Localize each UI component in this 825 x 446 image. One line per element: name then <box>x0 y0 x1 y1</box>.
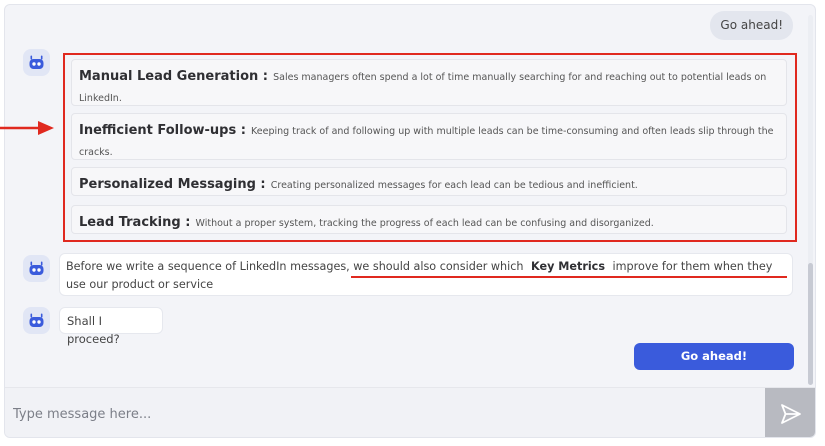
key-metrics-emphasis: Key Metrics <box>531 260 605 273</box>
lead-item-title: Manual Lead Generation : <box>79 69 269 84</box>
lead-item-desc: Without a proper system, tracking the pr… <box>195 218 654 229</box>
bot-avatar <box>23 255 50 282</box>
bot-message-bubble: Before we write a sequence of LinkedIn m… <box>59 253 793 296</box>
lead-item-card: Lead Tracking : Without a proper system,… <box>71 205 787 234</box>
lead-item-title: Lead Tracking : <box>79 215 191 230</box>
lead-item-text: Personalized Messaging : Creating person… <box>79 173 779 194</box>
chat-scrollbar[interactable] <box>808 15 813 385</box>
chat-panel: Go ahead! Manual Lead Generation : Sales… <box>4 4 816 438</box>
bot-avatar <box>23 49 50 76</box>
bot-avatar <box>23 307 50 334</box>
robot-avatar-icon <box>29 55 44 69</box>
lead-item-text: Lead Tracking : Without a proper system,… <box>79 211 779 232</box>
lead-item-text: Manual Lead Generation : Sales managers … <box>79 65 779 107</box>
lead-item-title: Personalized Messaging : <box>79 177 266 192</box>
user-message-bubble: Go ahead! <box>710 11 793 40</box>
annotation-underline <box>351 276 787 278</box>
lead-item-card: Manual Lead Generation : Sales managers … <box>71 59 787 106</box>
robot-avatar-icon <box>29 313 44 327</box>
red-arrow-icon <box>0 121 54 135</box>
robot-avatar-icon <box>29 261 44 275</box>
lead-item-title: Inefficient Follow-ups : <box>79 123 246 138</box>
message-composer <box>5 387 815 437</box>
message-input[interactable] <box>13 396 753 432</box>
chat-scrollbar-thumb[interactable] <box>808 263 813 385</box>
lead-item-text: Inefficient Follow-ups : Keeping track o… <box>79 119 779 161</box>
bot-message-text: Before we write a sequence of LinkedIn m… <box>66 260 524 273</box>
lead-item-desc: Creating personalized messages for each … <box>270 180 638 191</box>
lead-item-card: Personalized Messaging : Creating person… <box>71 167 787 196</box>
send-icon <box>781 404 801 424</box>
bot-message-bubble: Shall I proceed? <box>59 307 163 346</box>
send-button[interactable] <box>765 388 815 437</box>
lead-item-card: Inefficient Follow-ups : Keeping track o… <box>71 113 787 160</box>
go-ahead-button[interactable]: Go ahead! <box>634 343 794 370</box>
